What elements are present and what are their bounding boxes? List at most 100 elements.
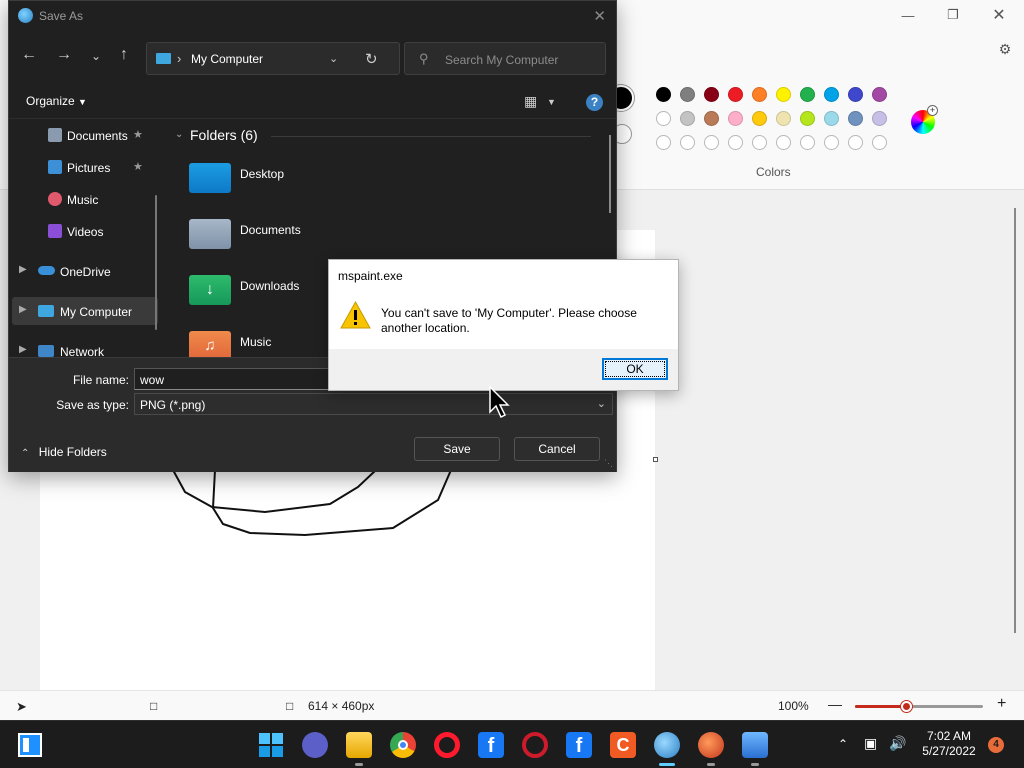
address-bar[interactable]: › My Computer ⌄ ↻ bbox=[146, 42, 400, 75]
opera-gx-icon[interactable] bbox=[522, 732, 548, 758]
copilot-icon[interactable]: ⚙ bbox=[993, 40, 1017, 58]
ok-button[interactable]: OK bbox=[602, 358, 668, 380]
save-type-label: Save as type: bbox=[56, 398, 129, 412]
color-swatch[interactable] bbox=[848, 87, 863, 102]
color-swatch[interactable] bbox=[872, 87, 887, 102]
custom-color-slot[interactable] bbox=[704, 135, 719, 150]
sidebar-item-network[interactable]: ▶ Network bbox=[9, 337, 159, 357]
paint-taskbar-icon[interactable] bbox=[654, 732, 680, 758]
sidebar-item-music[interactable]: Music bbox=[9, 185, 159, 213]
color-swatch[interactable] bbox=[704, 111, 719, 126]
custom-color-slot[interactable] bbox=[872, 135, 887, 150]
chevron-up-icon[interactable]: ⌃ bbox=[838, 737, 848, 751]
color-swatch[interactable] bbox=[704, 87, 719, 102]
custom-color-slot[interactable] bbox=[800, 135, 815, 150]
folder-name: Documents bbox=[240, 223, 301, 237]
color-swatch[interactable] bbox=[824, 111, 839, 126]
custom-color-slot[interactable] bbox=[680, 135, 695, 150]
color-swatch[interactable] bbox=[776, 111, 791, 126]
facebook-icon[interactable]: f bbox=[478, 732, 504, 758]
refresh-icon[interactable]: ↻ bbox=[365, 50, 378, 68]
snip-app-icon[interactable]: C bbox=[610, 732, 636, 758]
chrome-icon[interactable] bbox=[390, 732, 416, 758]
save-button[interactable]: Save bbox=[414, 437, 500, 461]
save-type-select[interactable]: PNG (*.png) ⌄ bbox=[134, 393, 613, 415]
collapse-chevron-icon[interactable]: ⌄ bbox=[175, 129, 183, 140]
teams-chat-icon[interactable] bbox=[302, 732, 328, 758]
breadcrumb[interactable]: My Computer bbox=[191, 52, 263, 66]
file-list-scrollbar[interactable] bbox=[609, 135, 611, 213]
expand-chevron-icon[interactable]: ▶ bbox=[19, 344, 27, 355]
folder-desktop[interactable]: Desktop bbox=[189, 159, 489, 211]
custom-color-slot[interactable] bbox=[824, 135, 839, 150]
expand-chevron-icon[interactable]: ▶ bbox=[19, 264, 27, 275]
up-arrow-icon[interactable]: ↑ bbox=[113, 46, 135, 64]
videos-icon bbox=[48, 224, 62, 238]
notification-badge[interactable]: 4 bbox=[988, 737, 1004, 753]
custom-color-slot[interactable] bbox=[848, 135, 863, 150]
sidebar-item-onedrive[interactable]: ▶ OneDrive bbox=[9, 257, 159, 285]
minimize-icon[interactable]: — bbox=[896, 6, 920, 24]
zoom-slider-thumb[interactable] bbox=[901, 701, 913, 712]
color-swatch[interactable] bbox=[752, 87, 767, 102]
search-box[interactable]: ⚲ Search My Computer bbox=[404, 42, 606, 75]
view-options-icon[interactable]: ▦ bbox=[524, 93, 537, 110]
sidebar-scrollbar[interactable] bbox=[155, 195, 157, 330]
task-view-icon[interactable] bbox=[18, 733, 42, 757]
photos-icon[interactable] bbox=[742, 732, 768, 758]
file-name-label: File name: bbox=[72, 373, 129, 387]
network-icon[interactable]: ▣ bbox=[864, 735, 877, 752]
clock[interactable]: 7:02 AM 5/27/2022 bbox=[916, 729, 982, 759]
save-as-titlebar[interactable]: Save As ✕ bbox=[9, 1, 616, 31]
custom-color-slot[interactable] bbox=[656, 135, 671, 150]
chevron-down-icon[interactable]: ⌄ bbox=[329, 52, 338, 65]
resize-grip-icon[interactable]: ⋱ bbox=[604, 458, 613, 469]
restore-icon[interactable]: ❐ bbox=[941, 6, 965, 24]
help-button[interactable]: ? bbox=[586, 94, 603, 111]
resize-handle[interactable] bbox=[653, 457, 658, 462]
sidebar-item-pictures[interactable]: Pictures ★ bbox=[9, 153, 159, 181]
close-icon[interactable]: ✕ bbox=[987, 6, 1011, 24]
cancel-button[interactable]: Cancel bbox=[514, 437, 600, 461]
custom-color-slot[interactable] bbox=[728, 135, 743, 150]
sidebar-item-videos[interactable]: Videos bbox=[9, 217, 159, 245]
zoom-out-icon[interactable]: — bbox=[828, 696, 842, 712]
color-swatch[interactable] bbox=[728, 111, 743, 126]
volume-icon[interactable]: 🔊 bbox=[889, 735, 906, 752]
color-swatch[interactable] bbox=[776, 87, 791, 102]
folders-group-header[interactable]: Folders (6) bbox=[190, 127, 258, 143]
sidebar-item-my-computer[interactable]: ▶ My Computer bbox=[12, 297, 158, 325]
color-swatch[interactable] bbox=[680, 111, 695, 126]
custom-color-slot[interactable] bbox=[776, 135, 791, 150]
color-swatch[interactable] bbox=[848, 111, 863, 126]
zoom-slider[interactable] bbox=[855, 701, 983, 712]
forward-arrow-icon[interactable]: → bbox=[53, 46, 75, 64]
start-icon[interactable] bbox=[258, 732, 284, 758]
opera-icon[interactable] bbox=[434, 732, 460, 758]
color-swatch[interactable] bbox=[800, 111, 815, 126]
color-swatch[interactable] bbox=[800, 87, 815, 102]
custom-color-slot[interactable] bbox=[752, 135, 767, 150]
color-swatch[interactable] bbox=[680, 87, 695, 102]
expand-chevron-icon[interactable]: ▶ bbox=[19, 304, 27, 315]
recent-locations-icon[interactable]: ⌄ bbox=[85, 49, 107, 63]
sidebar-item-documents[interactable]: Documents ★ bbox=[9, 121, 159, 149]
search-input[interactable]: Search My Computer bbox=[445, 53, 558, 67]
color-swatch[interactable] bbox=[728, 87, 743, 102]
color-swatch[interactable] bbox=[824, 87, 839, 102]
zoom-in-icon[interactable]: + bbox=[997, 695, 1006, 713]
game-app-icon[interactable] bbox=[698, 732, 724, 758]
file-explorer-icon[interactable] bbox=[346, 732, 372, 758]
back-arrow-icon[interactable]: ← bbox=[18, 46, 40, 64]
organize-menu[interactable]: Organize ▼ bbox=[26, 94, 87, 108]
canvas-scrollbar[interactable] bbox=[1014, 208, 1016, 633]
paint-app-icon bbox=[18, 8, 33, 23]
facebook-icon[interactable]: f bbox=[566, 732, 592, 758]
color-swatch[interactable] bbox=[656, 87, 671, 102]
hide-folders-button[interactable]: ⌃ Hide Folders bbox=[21, 445, 107, 459]
color-swatch[interactable] bbox=[752, 111, 767, 126]
chevron-down-icon[interactable]: ▼ bbox=[547, 97, 556, 107]
close-icon[interactable]: ✕ bbox=[593, 7, 606, 25]
color-swatch[interactable] bbox=[656, 111, 671, 126]
color-swatch[interactable] bbox=[872, 111, 887, 126]
